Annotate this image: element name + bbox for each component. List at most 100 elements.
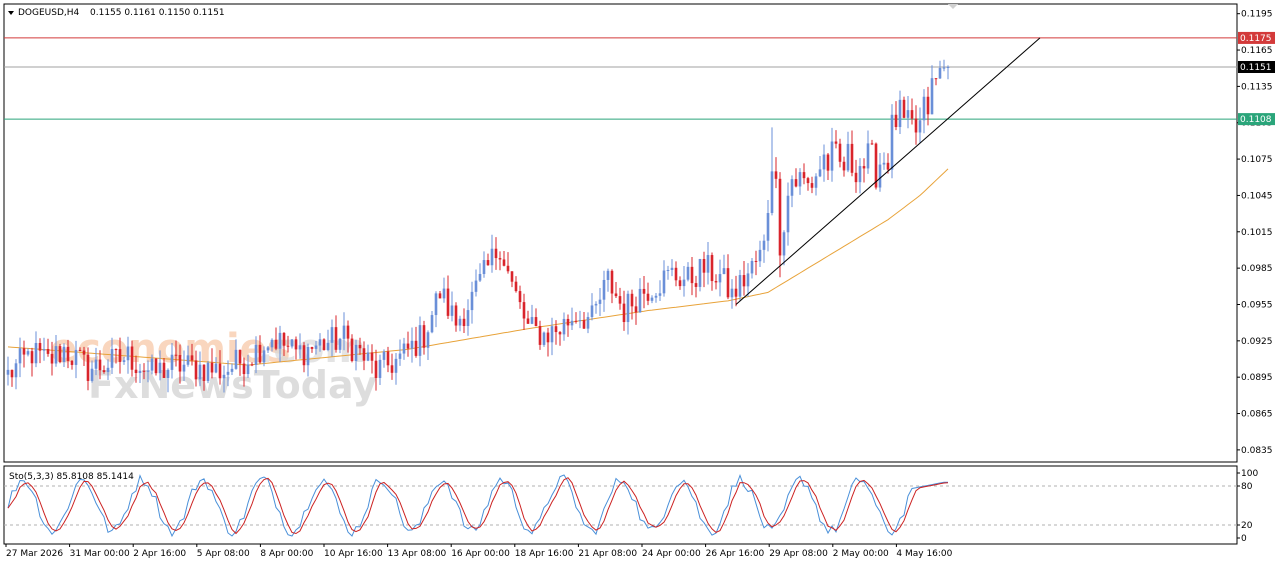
candle-body [198,364,202,380]
candle-body [242,363,246,375]
candle-body [58,346,62,363]
candle-body [218,363,222,379]
candle-body [402,343,406,354]
candle-body [94,359,98,369]
candle-body [298,345,302,350]
candle-body [906,110,910,118]
candle-body [702,259,706,273]
candle-body [42,348,46,351]
chart-canvas[interactable]: economies .com FxNewsToday 0.11950.11650… [0,0,1280,567]
candle-body [358,344,362,349]
candle-body [726,268,730,298]
candle-body [342,325,346,339]
candle-body [158,362,162,374]
price-tick-label: 0.1045 [1241,191,1273,201]
time-tick-label: 31 Mar 00:00 [70,549,130,559]
time-tick-label: 10 Apr 16:00 [324,549,383,559]
candle-body [514,281,518,292]
stochastic-axis: 100 80 20 0 [1237,469,1258,544]
stochastic-panel[interactable] [3,465,1238,545]
candle-body [258,344,262,363]
candle-body [106,367,110,373]
candle-body [30,351,34,364]
candle-body [386,351,390,366]
candle-body [814,176,818,188]
candle-body [370,352,374,361]
candle-body [22,348,26,355]
candle-body [270,339,274,348]
candle-body [558,332,562,335]
candle-body [834,141,838,144]
candle-body [610,270,614,294]
candle-body [762,240,766,250]
candle-body [250,364,254,366]
price-tick-label: 0.1135 [1241,82,1273,92]
candle-body [766,213,770,241]
candle-body [438,293,442,299]
candle-body [194,360,198,380]
candle-body [354,344,358,361]
candle-body [666,269,670,271]
candle-body [566,318,570,326]
candle-body [882,162,886,165]
candle-body [694,283,698,287]
stochastic-tick-label: 20 [1241,521,1253,531]
candle-body [930,78,934,115]
candle-body [498,258,502,260]
price-tick-label: 0.1165 [1241,46,1273,56]
candle-body [730,288,734,298]
candle-body [274,339,278,349]
candle-body [190,355,194,361]
candle-body [374,360,378,378]
candle-body [830,141,834,171]
candle-body [174,354,178,356]
candle-body [598,299,602,304]
candle-body [842,161,846,171]
candle-body [642,288,646,294]
candle-body [338,338,342,350]
candle-body [262,350,266,363]
candle-body [586,317,590,329]
candle-body [926,96,930,115]
candle-body [162,362,166,378]
resistance-price-label: 0.1175 [1240,34,1272,44]
price-tick-label: 0.1195 [1241,10,1273,20]
candle-body [522,302,526,319]
support-price-label: 0.1108 [1240,115,1272,125]
candle-body [710,255,714,282]
candle-body [462,318,466,327]
candle-body [414,340,418,356]
candle-body [490,248,494,266]
candle-body [806,178,810,184]
candle-body [618,296,622,304]
candle-body [738,275,742,297]
candle-body [150,358,154,371]
candle-body [750,260,754,274]
candle-body [654,295,658,298]
candle-body [230,368,234,372]
candle-body [622,303,626,323]
candle-body [554,326,558,333]
candle-body [914,118,918,133]
candle-body [534,317,538,327]
candle-body [670,267,674,270]
price-tick-label: 0.0865 [1241,410,1273,420]
candle-body [82,350,86,355]
candle-body [758,249,762,262]
candle-body [542,332,546,345]
candle-body [546,332,550,343]
candle-body [62,346,66,363]
candle-body [658,293,662,296]
candle-body [302,345,306,366]
candle-body [170,354,174,370]
candle-body [410,340,414,349]
time-tick-label: 2 Apr 16:00 [133,549,186,559]
candle-body [434,293,438,316]
candle-body [746,273,750,287]
candle-body [450,305,454,316]
time-tick-label: 27 Mar 2026 [6,549,63,559]
candle-body [314,345,318,349]
candle-body [838,143,842,162]
candle-body [322,339,326,351]
candle-body [118,349,122,362]
